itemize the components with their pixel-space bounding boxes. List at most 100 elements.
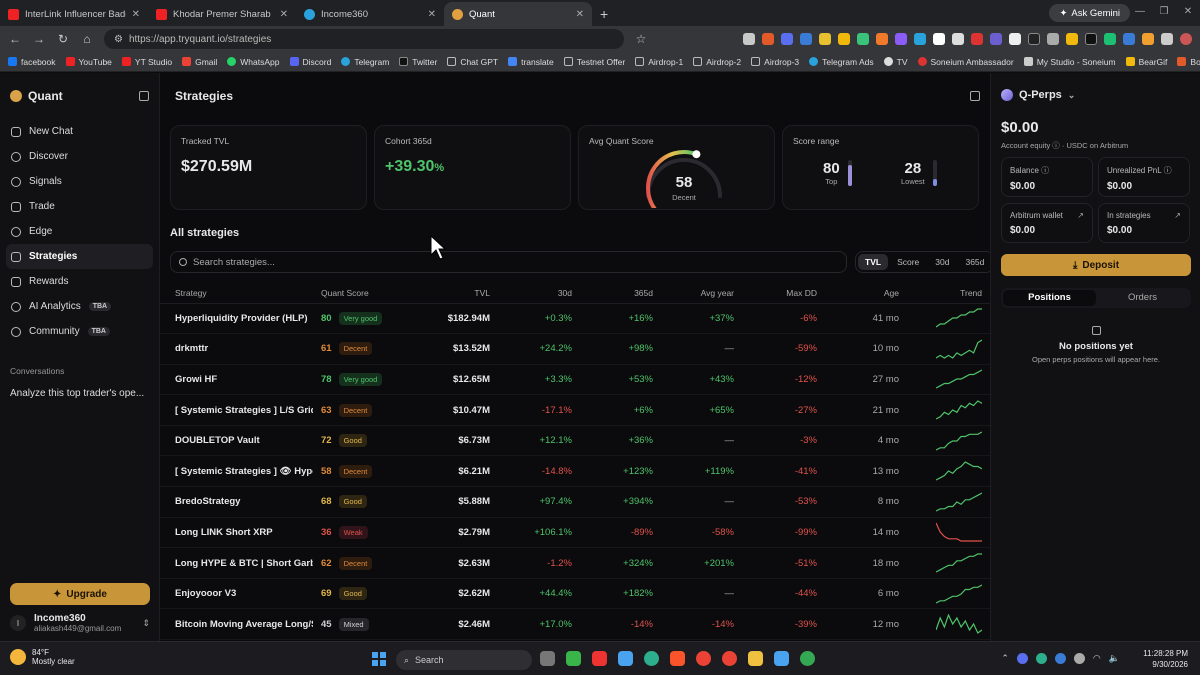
close-icon[interactable]: ✕	[132, 9, 140, 20]
info-icon[interactable]: ⓘ	[1164, 166, 1172, 175]
bookmark[interactable]: facebook	[8, 57, 56, 67]
close-icon[interactable]: ✕	[428, 9, 436, 20]
sidebar-item-ai-analytics[interactable]: AI Analytics TBA	[6, 294, 153, 319]
bookmark[interactable]: Soneium Ambassador	[917, 57, 1014, 67]
col-365d[interactable]: 365d	[580, 283, 661, 304]
bookmark[interactable]: Bold Text	[1177, 57, 1200, 67]
browser-tab-active[interactable]: Quant ✕	[444, 2, 592, 26]
table-row[interactable]: Enjoyooor V3 69 Good $2.62M +44.4% +182% — -44%…	[160, 578, 990, 610]
strategy-name[interactable]: DOUBLETOP Vault	[160, 425, 313, 457]
chrome-icon[interactable]	[722, 651, 737, 666]
extension-icon[interactable]	[1009, 33, 1021, 45]
taskbar-search[interactable]: ⌕ Search	[396, 650, 532, 670]
bookmark[interactable]: Twitter	[399, 57, 437, 67]
profile-avatar[interactable]	[1180, 33, 1192, 45]
extension-icon[interactable]	[1028, 33, 1040, 45]
sort-365d[interactable]: 365d	[958, 254, 991, 270]
home-icon[interactable]: ⌂	[80, 32, 94, 46]
store-icon[interactable]	[618, 651, 633, 666]
puzzle-icon[interactable]	[1161, 33, 1173, 45]
table-row[interactable]: Long HYPE & BTC | Short Garbage 62 Decent $…	[160, 547, 990, 579]
wifi-icon[interactable]: ◠	[1093, 653, 1101, 664]
col-age[interactable]: Age	[825, 283, 907, 304]
extension-icon[interactable]	[914, 33, 926, 45]
search-input[interactable]: Search strategies...	[170, 251, 847, 273]
sidebar-item-signals[interactable]: Signals	[6, 169, 153, 194]
table-row[interactable]: [ Systemic Strategies ] L/S Grids 63 Decen…	[160, 394, 990, 426]
new-tab-button[interactable]: +	[592, 2, 616, 26]
site-info-icon[interactable]: ⚙	[114, 34, 123, 45]
sidebar-item-community[interactable]: Community TBA	[6, 319, 153, 344]
panel-toggle-icon[interactable]	[970, 91, 980, 101]
col-avg-year[interactable]: Avg year	[661, 283, 742, 304]
reload-icon[interactable]: ↻	[56, 32, 70, 46]
table-row[interactable]: Hyperliquidity Provider (HLP) 80 Very good…	[160, 303, 990, 335]
bookmark[interactable]: Telegram	[341, 57, 389, 67]
bookmark[interactable]: Airdrop-3	[751, 57, 799, 67]
bookmark[interactable]: Chat GPT	[447, 57, 498, 67]
table-row[interactable]: BredoStrategy 68 Good $5.88M +97.4% +394% — -53…	[160, 486, 990, 518]
extension-icon[interactable]	[838, 33, 850, 45]
extension-icon[interactable]	[1142, 33, 1154, 45]
extension-icon[interactable]	[1123, 33, 1135, 45]
bookmark[interactable]: WhatsApp	[227, 57, 280, 67]
col-max-dd[interactable]: Max DD	[742, 283, 825, 304]
bookmark[interactable]: YT Studio	[121, 57, 172, 67]
strategy-name[interactable]: drkmttr	[160, 333, 313, 365]
sidebar-item-strategies[interactable]: Strategies	[6, 244, 153, 269]
extension-icon[interactable]	[781, 33, 793, 45]
bookmark-star-icon[interactable]: ☆	[634, 32, 648, 46]
table-row[interactable]: Long LINK Short XRP 36 Weak $2.79M +106.1% -8…	[160, 517, 990, 549]
bookmark[interactable]: Testnet Offer	[563, 57, 625, 67]
bookmark[interactable]: BearGif	[1125, 57, 1167, 67]
strategy-name[interactable]: Enjoyooor V3	[160, 578, 313, 610]
qperps-selector[interactable]: Q-Perps ⌄	[1001, 89, 1075, 101]
app-icon[interactable]	[592, 651, 607, 666]
bookmark[interactable]: translate	[508, 57, 554, 67]
bookmark[interactable]: Airdrop-1	[635, 57, 683, 67]
sort-score[interactable]: Score	[890, 254, 926, 270]
conversation-item[interactable]: Analyze this top trader's ope...	[0, 384, 159, 403]
extension-icon[interactable]	[743, 33, 755, 45]
col-strategy[interactable]: Strategy	[160, 283, 313, 304]
tab-positions[interactable]: Positions	[1003, 290, 1096, 306]
chevron-up-icon[interactable]: ⌃	[1001, 653, 1009, 664]
sidebar-item-edge[interactable]: Edge	[6, 219, 153, 244]
in-strategies-box[interactable]: In strategies ↗ $0.00	[1098, 203, 1190, 243]
extension-icon[interactable]	[895, 33, 907, 45]
strategy-name[interactable]: [ Systemic Strategies ] 👁 Hyper...	[160, 455, 313, 488]
volume-icon[interactable]: 🔈	[1109, 653, 1120, 664]
ask-gemini-button[interactable]: ✦ Ask Gemini	[1049, 4, 1130, 22]
strategy-name[interactable]: Growi HF	[160, 364, 313, 396]
extension-icon[interactable]	[1066, 33, 1078, 45]
bookmark[interactable]: Gmail	[182, 57, 217, 67]
table-row[interactable]: Growi HF 78 Very good $12.65M +3.3% +53% +43% -…	[160, 364, 990, 396]
extension-icon[interactable]	[876, 33, 888, 45]
notepad-icon[interactable]	[774, 651, 789, 666]
bookmark[interactable]: TV	[883, 57, 908, 67]
browser-tab[interactable]: Khodar Premer Sharab Piye | Na...✕	[148, 2, 296, 26]
chrome-icon[interactable]	[800, 651, 815, 666]
file-explorer-icon[interactable]	[748, 651, 763, 666]
weather-widget[interactable]: 84°F Mostly clear	[10, 648, 75, 666]
brave-icon[interactable]	[670, 651, 685, 666]
table-row[interactable]: Bitcoin Moving Average Long/Sh... 45 Mixed…	[160, 608, 990, 641]
strategy-name[interactable]: Bitcoin Moving Average Long/Sh...	[160, 608, 313, 641]
extension-icon[interactable]	[800, 33, 812, 45]
extension-icon[interactable]	[990, 33, 1002, 45]
col-tvl[interactable]: TVL	[423, 283, 498, 304]
upgrade-button[interactable]: ✦ Upgrade	[10, 583, 150, 605]
edge-browser-icon[interactable]	[644, 651, 659, 666]
col-30d[interactable]: 30d	[498, 283, 580, 304]
extension-icon[interactable]	[857, 33, 869, 45]
sidebar-toggle-icon[interactable]	[139, 91, 149, 101]
url-input[interactable]: ⚙ https://app.tryquant.io/strategies	[104, 29, 624, 49]
chrome-icon[interactable]	[696, 651, 711, 666]
extension-icon[interactable]	[1085, 33, 1097, 45]
sidebar-item-trade[interactable]: Trade	[6, 194, 153, 219]
strategy-name[interactable]: [ Systemic Strategies ] L/S Grids	[160, 394, 313, 426]
forward-icon[interactable]: →	[32, 32, 46, 46]
extension-icon[interactable]	[819, 33, 831, 45]
extension-icon[interactable]	[1104, 33, 1116, 45]
table-row[interactable]: DOUBLETOP Vault 72 Good $6.73M +12.1% +36% — -3…	[160, 425, 990, 457]
